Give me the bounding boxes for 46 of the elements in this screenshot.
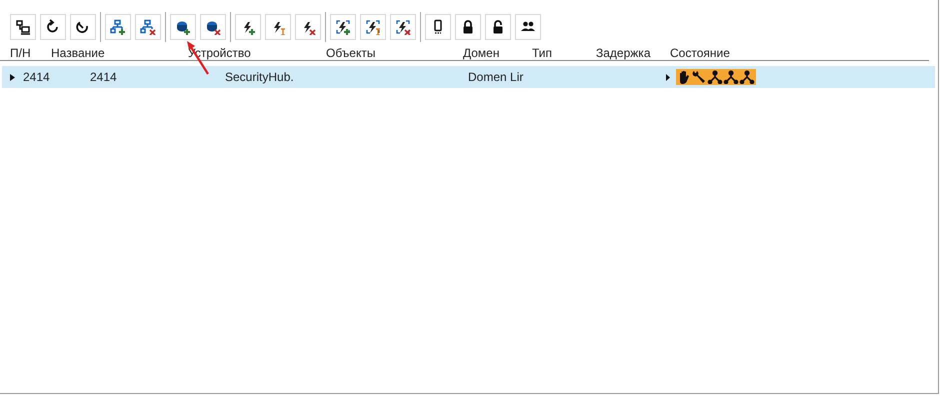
framed-bolt-add-icon <box>335 19 351 35</box>
table-cell: 2414 <box>23 70 50 84</box>
column-header[interactable]: Задержка <box>596 46 650 60</box>
computers-button[interactable] <box>10 14 36 40</box>
branch-icon <box>739 70 755 84</box>
column-header[interactable]: Состояние <box>670 46 730 60</box>
bolt-remove-button[interactable] <box>295 14 321 40</box>
wrench-icon <box>692 70 707 84</box>
column-header[interactable]: П/Н <box>10 46 31 60</box>
timer-button[interactable] <box>70 14 96 40</box>
database-add-icon <box>175 19 191 35</box>
users-button[interactable] <box>515 14 541 40</box>
refresh-icon <box>45 19 61 35</box>
table-cell: SecurityHub. <box>225 70 294 84</box>
unlock-button[interactable] <box>485 14 511 40</box>
table-row[interactable]: 2414 2414 SecurityHub. Domen Lir <box>2 66 935 88</box>
table-cell: Domen Lir <box>468 70 524 84</box>
database-remove-button[interactable] <box>200 14 226 40</box>
phone-button[interactable] <box>425 14 451 40</box>
column-header[interactable]: Название <box>51 46 105 60</box>
database-add-button[interactable] <box>170 14 196 40</box>
framed-bolt-edit-icon <box>365 19 381 35</box>
network-add-icon <box>110 19 126 35</box>
bolt-add-button[interactable] <box>235 14 261 40</box>
column-header[interactable]: Домен <box>463 46 500 60</box>
lock-button[interactable] <box>455 14 481 40</box>
expand-arrow-icon[interactable] <box>666 74 670 80</box>
column-header[interactable]: Объекты <box>326 46 376 60</box>
framed-bolt-remove-button[interactable] <box>390 14 416 40</box>
framed-bolt-add-button[interactable] <box>330 14 356 40</box>
database-remove-icon <box>205 19 221 35</box>
branch-icon <box>707 70 723 84</box>
column-header[interactable]: Тип <box>532 46 552 60</box>
hand-icon <box>677 70 692 84</box>
table-cell: 2414 <box>90 70 117 84</box>
network-remove-button[interactable] <box>135 14 161 40</box>
framed-bolt-edit-button[interactable] <box>360 14 386 40</box>
network-add-button[interactable] <box>105 14 131 40</box>
refresh-button[interactable] <box>40 14 66 40</box>
timer-icon <box>75 19 91 35</box>
bolt-edit-button[interactable] <box>265 14 291 40</box>
computers-icon <box>15 19 31 35</box>
expand-arrow-icon[interactable] <box>10 74 15 80</box>
branch-icon <box>723 70 739 84</box>
framed-bolt-remove-icon <box>395 19 411 35</box>
network-remove-icon <box>140 19 156 35</box>
